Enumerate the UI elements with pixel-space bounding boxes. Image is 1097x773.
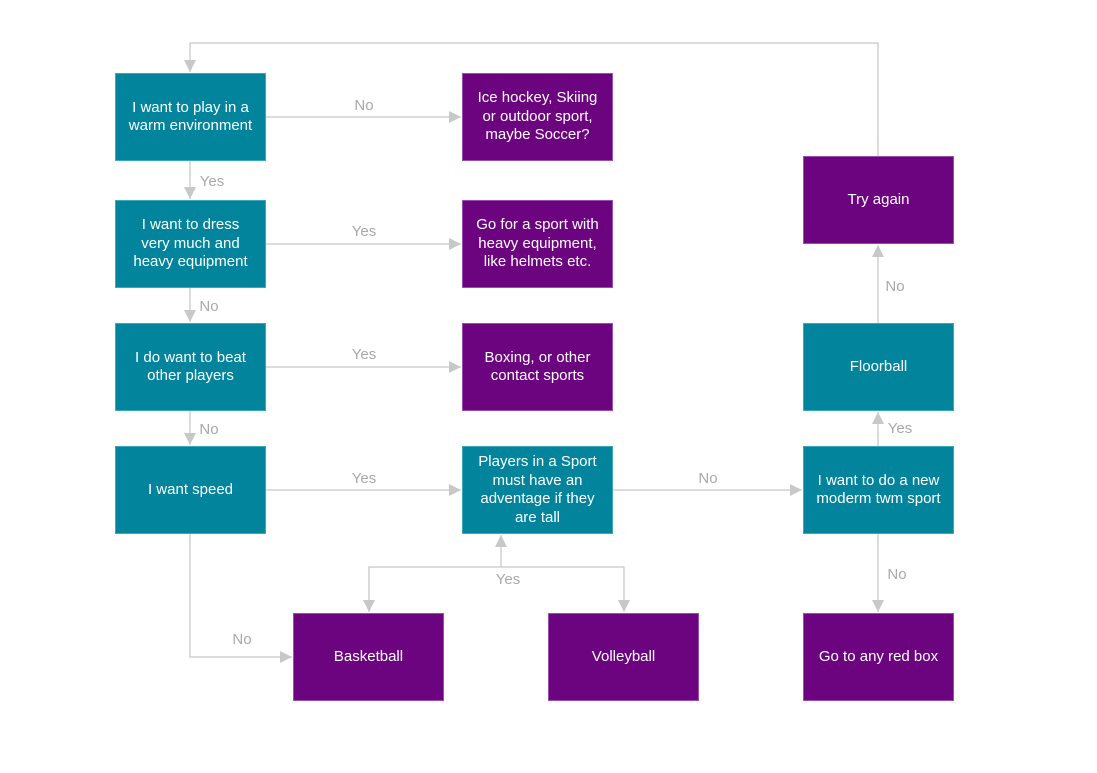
edge-label-tall-modern: No <box>698 470 718 487</box>
edge-label-beat-boxing: Yes <box>351 346 377 363</box>
edge-yes-branch-to-basketball <box>363 566 501 612</box>
edge-label-modern-floorball: Yes <box>887 420 913 437</box>
edge-label-floorball-tryagain: No <box>885 278 905 295</box>
edge-label-warm-ice: No <box>354 97 374 114</box>
edge-label-modern-redbox: No <box>887 566 907 583</box>
flowchart-canvas: I want to play in a warm environment Ice… <box>0 0 1097 773</box>
node-red-box[interactable]: Go to any red box <box>803 613 954 701</box>
node-tall-advantage[interactable]: Players in a Sport must have an adventag… <box>462 446 613 534</box>
edge-label-dress-heavy: Yes <box>351 223 377 240</box>
node-floorball[interactable]: Floorball <box>803 323 954 411</box>
node-ice-hockey[interactable]: Ice hockey, Skiing or outdoor sport, may… <box>462 73 613 161</box>
node-boxing[interactable]: Boxing, or other contact sports <box>462 323 613 411</box>
edge-label-speed-basketball: No <box>232 631 252 648</box>
edge-label-yes-branch: Yes <box>495 571 521 588</box>
node-warm-environment[interactable]: I want to play in a warm environment <box>115 73 266 161</box>
edge-label-beat-speed: No <box>199 421 219 438</box>
node-basketball[interactable]: Basketball <box>293 613 444 701</box>
edge-label-dress-beat: No <box>199 298 219 315</box>
edge-label-speed-tall: Yes <box>351 470 377 487</box>
edge-label-warm-dress: Yes <box>199 173 225 190</box>
node-heavy-equipment-sport[interactable]: Go for a sport with heavy equipment, lik… <box>462 200 613 288</box>
node-dress-heavy[interactable]: I want to dress very much and heavy equi… <box>115 200 266 288</box>
node-volleyball[interactable]: Volleyball <box>548 613 699 701</box>
node-try-again[interactable]: Try again <box>803 156 954 244</box>
node-beat-players[interactable]: I do want to beat other players <box>115 323 266 411</box>
node-modern-team-sport[interactable]: I want to do a new moderm twm sport <box>803 446 954 534</box>
node-want-speed[interactable]: I want speed <box>115 446 266 534</box>
